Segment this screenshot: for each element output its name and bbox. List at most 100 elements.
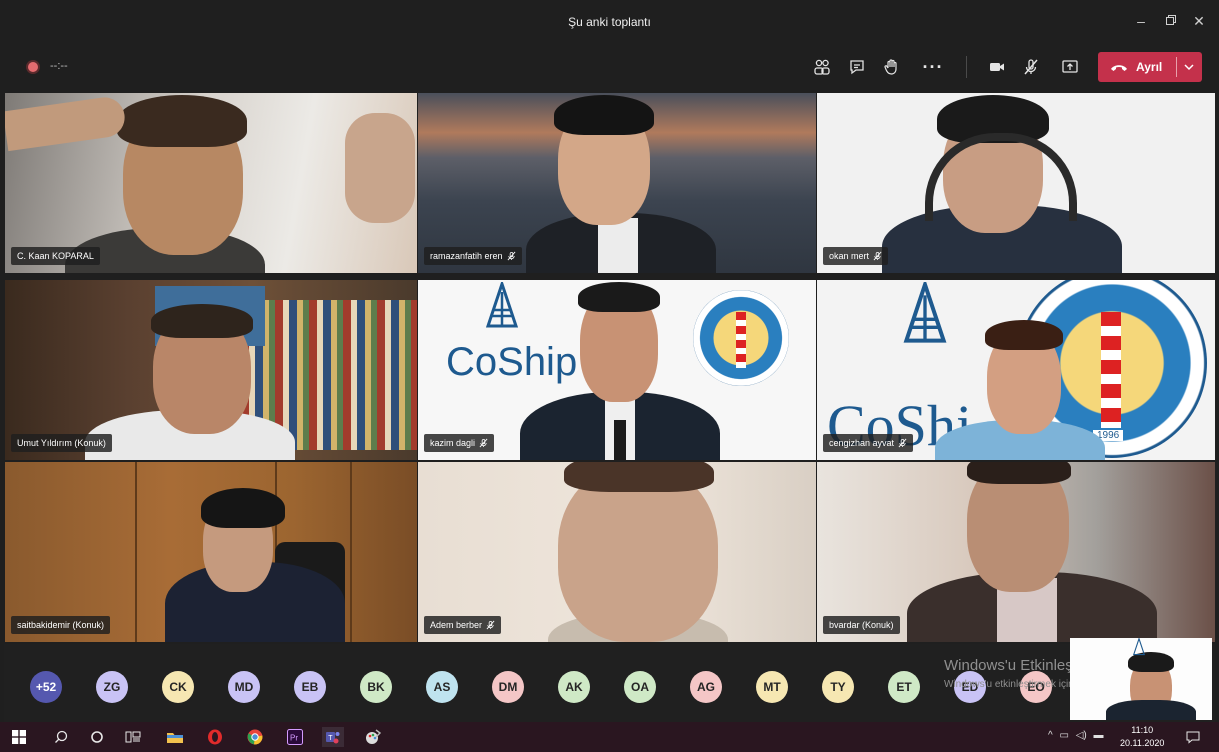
clock-time: 11:10 — [1131, 725, 1154, 735]
participant-hair — [201, 488, 285, 528]
window-title: Şu anki toplantı — [568, 15, 651, 29]
meeting-timer: --:-- — [50, 60, 68, 72]
raise-hand-button[interactable] — [877, 52, 907, 82]
maximize-icon[interactable] — [1158, 10, 1184, 32]
more-options-icon: ··· — [922, 56, 944, 77]
file-explorer-icon[interactable] — [164, 727, 186, 747]
mic-muted-icon — [898, 438, 907, 448]
chevron-up-icon[interactable]: ^ — [1048, 730, 1053, 741]
participant-name-tag: bvardar (Konuk) — [823, 616, 900, 634]
teams-meeting-window: Şu anki toplantı – ✕ --:-- ··· Ayrıl C. … — [4, 4, 1215, 724]
participant-video — [5, 462, 417, 642]
participant-hair — [967, 462, 1071, 484]
show-participants-button[interactable] — [807, 52, 837, 82]
mic-muted-icon — [486, 620, 495, 630]
task-view-icon[interactable] — [122, 727, 144, 747]
toolbar-divider — [966, 56, 967, 78]
participant-name-tag: kazim dagli — [424, 434, 495, 452]
mic-muted-icon — [873, 251, 882, 261]
video-tile[interactable]: saitbakidemir (Konuk) — [5, 462, 417, 642]
video-grid: C. Kaan KOPARAL ramazanfatih eren okan m… — [5, 93, 1215, 643]
chevron-down-icon[interactable] — [1182, 60, 1196, 74]
volume-icon[interactable]: ◁) — [1076, 730, 1087, 741]
video-tile[interactable]: ramazanfatih eren — [418, 93, 816, 273]
title-bar: Şu anki toplantı – ✕ — [4, 4, 1215, 40]
video-tile[interactable]: okan mert — [817, 93, 1215, 273]
participant-hair — [578, 282, 660, 312]
show-chat-button[interactable] — [842, 52, 872, 82]
close-icon[interactable]: ✕ — [1186, 10, 1212, 32]
participant-avatar[interactable]: AG — [690, 671, 722, 703]
cortana-icon[interactable] — [86, 727, 108, 747]
participant-avatar[interactable]: AK — [558, 671, 590, 703]
system-tray: ^ ▭ ◁) ▬ — [1048, 730, 1104, 741]
participant-name-tag: Umut Yıldırım (Konuk) — [11, 434, 112, 452]
search-icon[interactable] — [50, 727, 72, 747]
svg-text:Pr: Pr — [290, 734, 298, 743]
minimize-icon[interactable]: – — [1128, 10, 1154, 32]
meeting-toolbar: --:-- ··· Ayrıl — [4, 42, 1215, 92]
participant-hair — [985, 320, 1063, 350]
participant-name-tag: ramazanfatih eren — [424, 247, 522, 265]
battery-icon[interactable]: ▬ — [1094, 730, 1104, 741]
participant-video — [817, 462, 1215, 642]
participant-avatar[interactable]: BK — [360, 671, 392, 703]
participant-avatar[interactable]: DM — [492, 671, 524, 703]
more-participants-badge[interactable]: +52 — [30, 671, 62, 703]
network-icon[interactable]: ▭ — [1059, 730, 1068, 741]
participant-avatar[interactable]: EB — [294, 671, 326, 703]
activation-watermark-title: Windows'u Etkinleştir — [944, 657, 1086, 674]
leave-button[interactable]: Ayrıl — [1098, 52, 1202, 82]
opera-icon[interactable] — [204, 727, 226, 747]
participant-shirt — [598, 218, 638, 273]
video-tile[interactable]: Umut Yıldırım (Konuk) — [5, 280, 417, 460]
participant-video — [418, 280, 816, 460]
participant-video — [5, 93, 417, 273]
participant-avatar[interactable]: ET — [888, 671, 920, 703]
participant-body — [1106, 700, 1196, 720]
participant-avatar[interactable]: MT — [756, 671, 788, 703]
mic-muted-icon — [1024, 59, 1038, 75]
raise-hand-icon — [884, 59, 897, 75]
teams-icon[interactable]: T — [322, 727, 344, 747]
participant-avatar[interactable]: AS — [426, 671, 458, 703]
participant-video — [418, 462, 816, 642]
video-tile[interactable]: Adem berber — [418, 462, 816, 642]
participant-avatar[interactable]: ZG — [96, 671, 128, 703]
more-actions-button[interactable]: ··· — [918, 52, 948, 82]
participant-hair — [151, 304, 253, 338]
participant-hair — [564, 462, 714, 492]
participant-name-tag: cengizhan ayvat — [823, 434, 914, 452]
participant-name-tag: C. Kaan KOPARAL — [11, 247, 100, 265]
premiere-icon[interactable]: Pr — [284, 727, 306, 747]
notifications-icon[interactable] — [1182, 727, 1204, 747]
video-tile[interactable]: C. Kaan KOPARAL — [5, 93, 417, 273]
chrome-icon[interactable] — [244, 727, 266, 747]
participant-avatar[interactable]: OA — [624, 671, 656, 703]
camera-toggle-button[interactable] — [982, 52, 1012, 82]
self-video-preview[interactable] — [1070, 638, 1212, 720]
taskbar-clock[interactable]: 11:10 20.11.2020 — [1120, 724, 1164, 750]
participant-hair — [117, 95, 247, 147]
svg-text:T: T — [328, 735, 333, 742]
participant-avatar[interactable]: TY — [822, 671, 854, 703]
hang-up-icon — [1111, 65, 1127, 71]
participant-video — [5, 280, 417, 460]
video-tile[interactable]: bvardar (Konuk) — [817, 462, 1215, 642]
video-tile[interactable]: CoShi 1996 cengizhan ayvat — [817, 280, 1215, 460]
paint-icon[interactable] — [362, 727, 384, 747]
windows-start-icon[interactable] — [8, 727, 30, 747]
video-tile[interactable]: CoShip kazim dagli — [418, 280, 816, 460]
participant-video — [817, 93, 1215, 273]
participant-name-tag: okan mert — [823, 247, 889, 265]
share-screen-button[interactable] — [1055, 52, 1085, 82]
coship-logo-icon — [1132, 638, 1146, 656]
participant-name-tag: Adem berber — [424, 616, 502, 634]
share-tray-icon — [1062, 60, 1078, 73]
mic-toggle-button[interactable] — [1016, 52, 1046, 82]
participant-avatar[interactable]: CK — [162, 671, 194, 703]
participant-video — [817, 280, 1215, 460]
participant-avatar[interactable]: MD — [228, 671, 260, 703]
leave-label: Ayrıl — [1136, 60, 1163, 74]
overflow-participants-bar: +52 ZG CK MD EB BK AS DM AK OA AG MT TY … — [4, 644, 1215, 724]
